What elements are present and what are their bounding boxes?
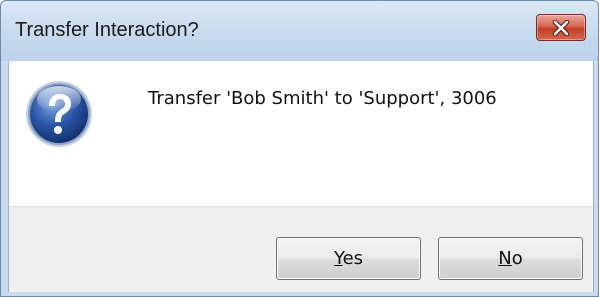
yes-label-rest: es: [342, 248, 364, 269]
yes-button[interactable]: Yes: [276, 237, 421, 280]
transfer-dialog: Transfer Interaction? Transfer 'Bob Smit…: [0, 0, 599, 297]
close-button[interactable]: [536, 14, 586, 41]
yes-mnemonic: Y: [333, 248, 343, 269]
dialog-title: Transfer Interaction?: [15, 19, 199, 41]
question-icon: [26, 81, 92, 147]
no-button[interactable]: No: [438, 237, 583, 280]
dialog-body: Transfer 'Bob Smith' to 'Support', 3006 …: [8, 61, 594, 292]
dialog-message: Transfer 'Bob Smith' to 'Support', 3006: [148, 88, 497, 109]
title-bar[interactable]: Transfer Interaction?: [1, 1, 598, 61]
close-icon: [552, 20, 570, 36]
dialog-footer: Yes No: [9, 206, 593, 292]
no-mnemonic: N: [498, 248, 512, 269]
no-label-rest: o: [511, 248, 523, 269]
